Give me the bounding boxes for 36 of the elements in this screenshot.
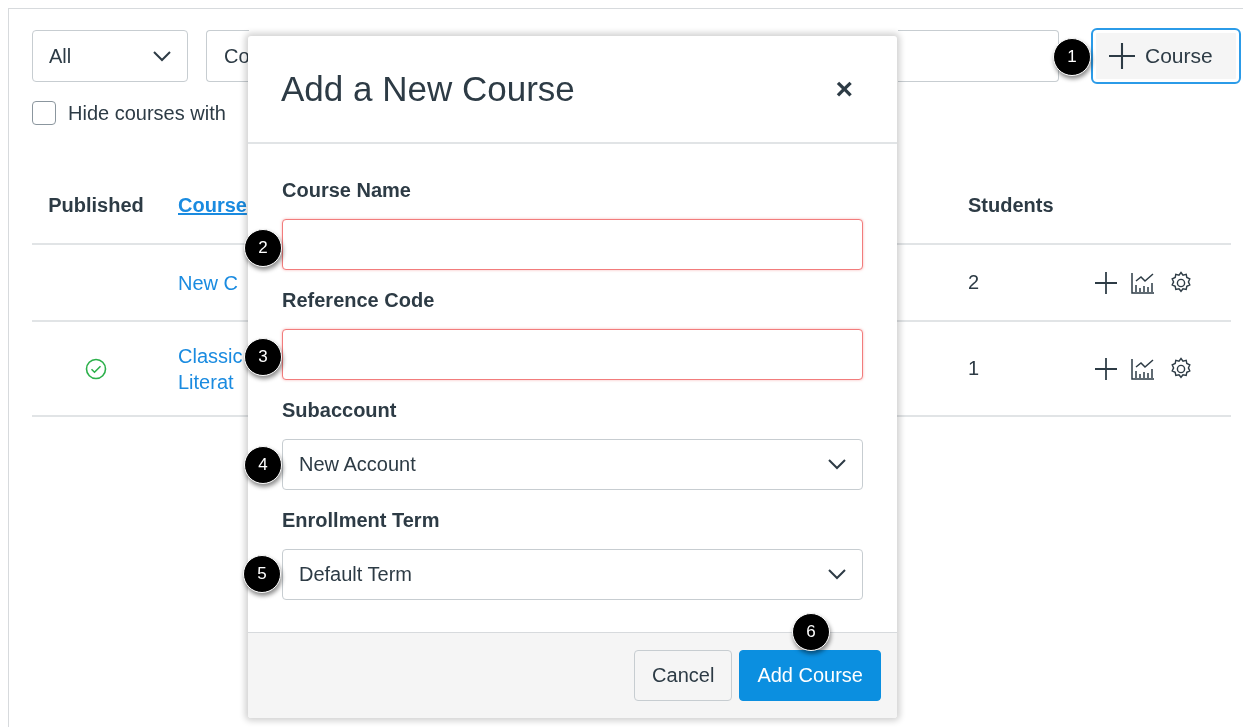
callout-badge: 1 — [1053, 38, 1091, 76]
chart-icon[interactable] — [1131, 271, 1155, 294]
text-input[interactable] — [282, 219, 863, 270]
chevron-down-icon — [828, 569, 846, 580]
select-value: New Account — [299, 453, 416, 476]
field-label: Reference Code — [282, 288, 436, 312]
field-label: Subaccount — [282, 398, 398, 422]
state-select[interactable]: All — [32, 30, 188, 82]
plus-icon — [1109, 43, 1135, 69]
close-button[interactable]: × — [831, 72, 857, 106]
settings-icon[interactable] — [1169, 356, 1193, 381]
cancel-button[interactable]: Cancel — [634, 650, 733, 701]
settings-icon[interactable] — [1169, 270, 1193, 295]
plus-icon[interactable] — [1095, 357, 1117, 380]
select-field[interactable]: New Account — [282, 439, 863, 490]
student-count: 1 — [968, 357, 980, 379]
sort-link[interactable]: Course — [178, 194, 247, 216]
check-circle-icon — [85, 357, 107, 380]
select-field[interactable]: Default Term — [282, 549, 863, 600]
add-course-button[interactable]: Course — [1091, 28, 1241, 84]
text-input[interactable] — [282, 329, 863, 380]
title-link[interactable]: New C — [178, 269, 248, 296]
student-count: 2 — [968, 271, 980, 293]
select-value: Default Term — [299, 563, 412, 586]
column-header: Published — [48, 193, 144, 217]
dialog-title: Add a New Course — [281, 69, 575, 109]
column-header: Students — [968, 193, 1054, 216]
chart-icon[interactable] — [1131, 357, 1155, 380]
plus-icon[interactable] — [1095, 271, 1117, 294]
chevron-down-icon — [828, 459, 846, 470]
type-select[interactable]: Co — [206, 30, 249, 82]
checkbox-label: Hide courses with — [68, 101, 226, 125]
field-label: Enrollment Term — [282, 508, 441, 532]
chevron-down-icon — [153, 50, 171, 62]
checkbox[interactable] — [32, 101, 56, 125]
field-label: Course Name — [282, 178, 412, 202]
